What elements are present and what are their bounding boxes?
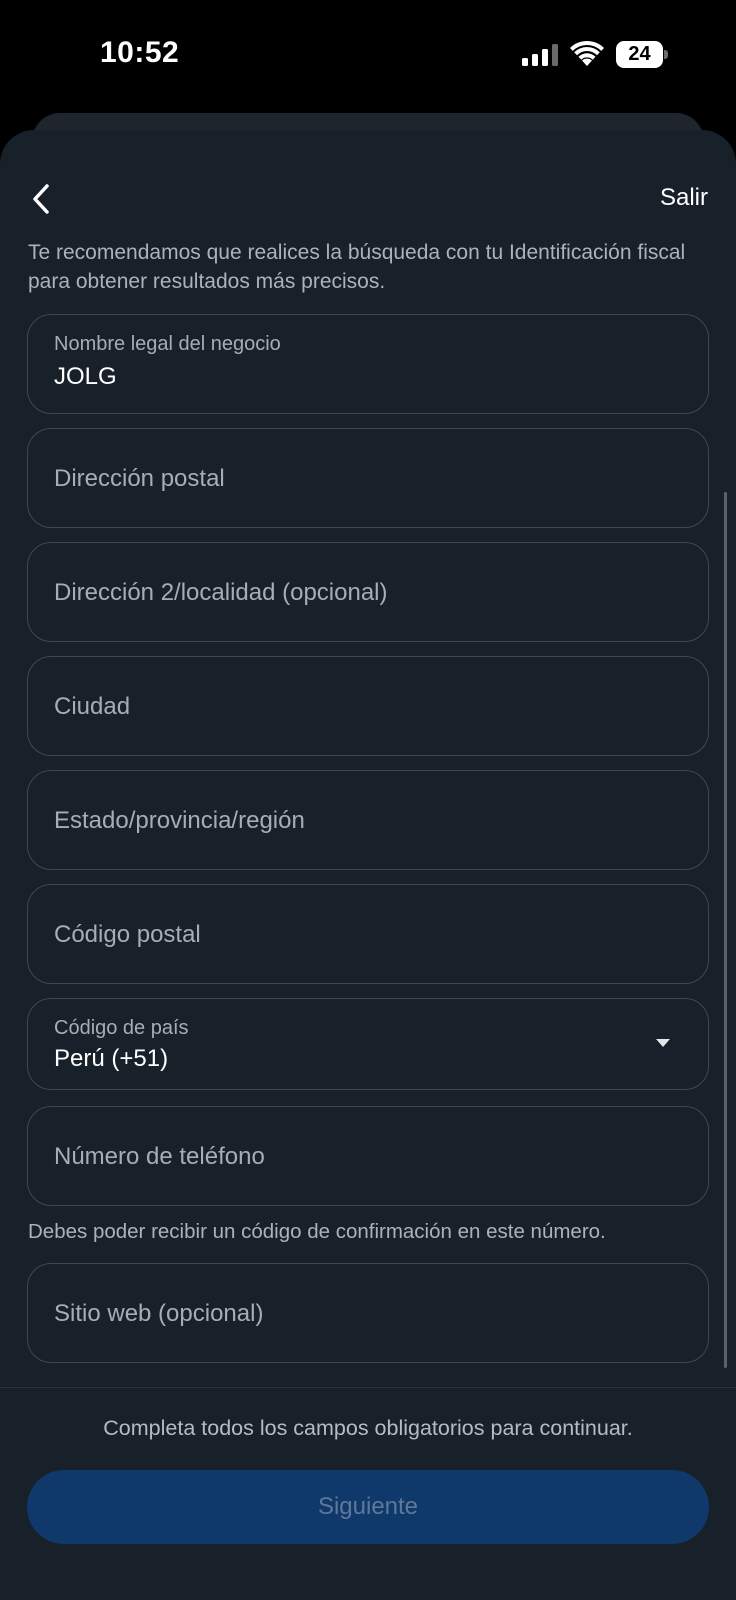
battery-tip bbox=[664, 50, 668, 59]
form-sheet: Salir Te recomendamos que realices la bú… bbox=[0, 130, 736, 1600]
business-name-value: JOLG bbox=[54, 363, 117, 390]
phone-placeholder: Número de teléfono bbox=[54, 1143, 265, 1170]
business-name-field[interactable]: Nombre legal del negocio JOLG bbox=[27, 314, 709, 414]
address2-placeholder: Dirección 2/localidad (opcional) bbox=[54, 579, 388, 606]
city-placeholder: Ciudad bbox=[54, 693, 131, 720]
address-field[interactable]: Dirección postal bbox=[27, 428, 709, 528]
chevron-down-icon bbox=[656, 1039, 670, 1047]
address2-field[interactable]: Dirección 2/localidad (opcional) bbox=[27, 542, 709, 642]
business-name-label: Nombre legal del negocio bbox=[54, 333, 281, 355]
chevron-left-icon bbox=[33, 184, 49, 214]
status-bar: 10:52 24 bbox=[0, 0, 736, 110]
country-code-select[interactable]: Código de país Perú (+51) bbox=[27, 998, 709, 1090]
city-field[interactable]: Ciudad bbox=[27, 656, 709, 756]
back-button[interactable] bbox=[26, 182, 56, 216]
phone-field[interactable]: Número de teléfono bbox=[27, 1106, 709, 1206]
scrollbar[interactable] bbox=[724, 492, 727, 1368]
state-placeholder: Estado/provincia/región bbox=[54, 807, 305, 834]
footer-divider bbox=[0, 1387, 736, 1388]
intro-text: Te recomendamos que realices la búsqueda… bbox=[28, 241, 686, 293]
next-button[interactable]: Siguiente bbox=[27, 1470, 709, 1544]
website-placeholder: Sitio web (opcional) bbox=[54, 1300, 264, 1327]
screen: 10:52 24 Salir Te recomendamos que reali… bbox=[0, 0, 736, 1600]
state-field[interactable]: Estado/provincia/región bbox=[27, 770, 709, 870]
battery-icon: 24 bbox=[616, 41, 668, 68]
country-code-value: Perú (+51) bbox=[54, 1045, 169, 1072]
postal-code-placeholder: Código postal bbox=[54, 921, 201, 948]
country-code-label: Código de país bbox=[54, 1017, 189, 1039]
website-field[interactable]: Sitio web (opcional) bbox=[27, 1263, 709, 1363]
cellular-signal-icon bbox=[522, 44, 558, 66]
required-fields-note: Completa todos los campos obligatorios p… bbox=[103, 1416, 633, 1440]
battery-level: 24 bbox=[628, 43, 651, 65]
exit-button[interactable]: Salir bbox=[660, 184, 708, 212]
address-placeholder: Dirección postal bbox=[54, 465, 225, 492]
postal-code-field[interactable]: Código postal bbox=[27, 884, 709, 984]
phone-helper-text: Debes poder recibir un código de confirm… bbox=[28, 1220, 606, 1243]
status-time: 10:52 bbox=[100, 36, 180, 69]
wifi-icon bbox=[570, 40, 604, 66]
